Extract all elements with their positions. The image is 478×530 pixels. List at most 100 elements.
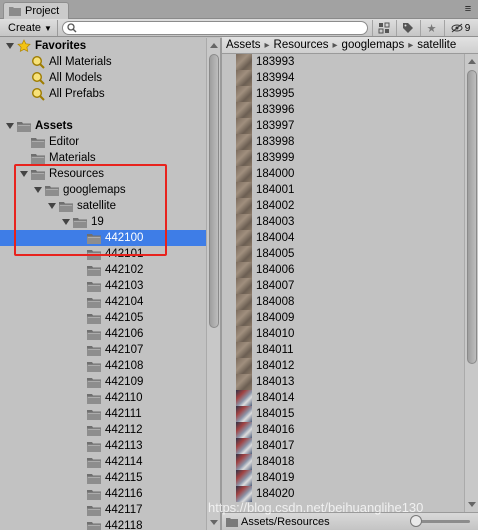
hidden-packages-toggle[interactable]: 9 <box>444 20 476 36</box>
scroll-down-icon[interactable] <box>468 502 476 507</box>
asset-item[interactable]: 183998 <box>222 134 464 150</box>
tree-item[interactable]: 442117 <box>0 502 206 518</box>
scroll-down-icon[interactable] <box>210 520 218 525</box>
asset-item[interactable]: 183997 <box>222 118 464 134</box>
asset-item[interactable]: 184018 <box>222 454 464 470</box>
texture-thumbnail-icon <box>236 54 252 70</box>
tree-item[interactable]: All Prefabs <box>0 86 206 102</box>
asset-item[interactable]: 184014 <box>222 390 464 406</box>
expand-arrow-icon[interactable] <box>20 171 28 177</box>
tree-item[interactable]: Editor <box>0 134 206 150</box>
tree-item[interactable]: 442109 <box>0 374 206 390</box>
asset-item[interactable]: 184002 <box>222 198 464 214</box>
tree-item[interactable]: Assets <box>0 118 206 134</box>
tab-project[interactable]: Project <box>3 2 69 19</box>
search-by-type-button[interactable] <box>372 20 394 36</box>
tree-item[interactable]: 442101 <box>0 246 206 262</box>
tree-item-label: googlemaps <box>63 184 126 196</box>
asset-item[interactable]: 184000 <box>222 166 464 182</box>
asset-item[interactable]: 184010 <box>222 326 464 342</box>
tree-item[interactable]: 19 <box>0 214 206 230</box>
tree-item[interactable]: All Materials <box>0 54 206 70</box>
tree-item[interactable]: 442106 <box>0 326 206 342</box>
toolbar: Create ▼ ★ 9 <box>0 19 478 37</box>
tree-item[interactable]: Favorites <box>0 38 206 54</box>
tree-item[interactable]: 442107 <box>0 342 206 358</box>
tree-item[interactable]: satellite <box>0 198 206 214</box>
star-outline-icon: ★ <box>426 22 437 35</box>
asset-item[interactable]: 184006 <box>222 262 464 278</box>
tree-scrollbar[interactable] <box>206 38 220 530</box>
tree-item[interactable]: googlemaps <box>0 182 206 198</box>
scroll-up-icon[interactable] <box>210 43 218 48</box>
tree-item[interactable]: 442115 <box>0 470 206 486</box>
asset-item[interactable]: 184019 <box>222 470 464 486</box>
tree-item[interactable]: Materials <box>0 150 206 166</box>
tree-item[interactable]: 442118 <box>0 518 206 530</box>
tab-menu-icon[interactable]: ≡ <box>462 3 474 15</box>
eye-hidden-icon <box>451 23 463 33</box>
asset-item[interactable]: 184007 <box>222 278 464 294</box>
asset-item[interactable]: 184017 <box>222 438 464 454</box>
tree-item[interactable]: 442111 <box>0 406 206 422</box>
expand-arrow-icon[interactable] <box>48 203 56 209</box>
asset-item[interactable]: 183999 <box>222 150 464 166</box>
tree-item[interactable]: 442114 <box>0 454 206 470</box>
asset-item[interactable]: 184020 <box>222 486 464 502</box>
asset-item[interactable]: 184003 <box>222 214 464 230</box>
zoom-slider-knob[interactable] <box>410 515 422 527</box>
tree-item[interactable]: Resources <box>0 166 206 182</box>
breadcrumb-item[interactable]: Resources <box>274 39 329 51</box>
tree-scroll-thumb[interactable] <box>209 54 219 328</box>
asset-item[interactable]: 183993 <box>222 54 464 70</box>
create-label: Create <box>8 22 42 34</box>
tree-item[interactable]: 442104 <box>0 294 206 310</box>
breadcrumb-item[interactable]: googlemaps <box>342 39 405 51</box>
search-input[interactable] <box>77 22 347 34</box>
asset-item[interactable]: 184004 <box>222 230 464 246</box>
asset-item[interactable]: 184005 <box>222 246 464 262</box>
search-field[interactable] <box>62 21 368 35</box>
create-button[interactable]: Create ▼ <box>2 20 58 36</box>
tree-item[interactable]: 442103 <box>0 278 206 294</box>
expand-arrow-icon[interactable] <box>6 43 14 49</box>
asset-item[interactable]: 184001 <box>222 182 464 198</box>
breadcrumb-item[interactable]: satellite <box>417 39 456 51</box>
asset-scrollbar[interactable] <box>464 54 478 512</box>
tree-item[interactable]: All Models <box>0 70 206 86</box>
expand-arrow-icon[interactable] <box>6 123 14 129</box>
asset-item[interactable]: 184009 <box>222 310 464 326</box>
expand-arrow-icon[interactable] <box>62 219 70 225</box>
tree-item[interactable]: 442102 <box>0 262 206 278</box>
asset-item[interactable]: 183994 <box>222 70 464 86</box>
texture-thumbnail-icon <box>236 278 252 294</box>
favorite-button[interactable]: ★ <box>420 20 442 36</box>
tree-item[interactable]: 442100 <box>0 230 206 246</box>
asset-item[interactable]: 184012 <box>222 358 464 374</box>
folder-icon <box>31 137 45 148</box>
asset-item[interactable]: 184011 <box>222 342 464 358</box>
texture-thumbnail-icon <box>236 422 252 438</box>
tree-item-label: 442107 <box>105 344 144 356</box>
asset-item[interactable]: 184013 <box>222 374 464 390</box>
breadcrumb-item[interactable]: Assets <box>226 39 261 51</box>
asset-item[interactable]: 184008 <box>222 294 464 310</box>
asset-item[interactable]: 184016 <box>222 422 464 438</box>
folder-icon <box>87 345 101 356</box>
scroll-up-icon[interactable] <box>468 59 476 64</box>
tree-item[interactable]: 442110 <box>0 390 206 406</box>
tree-item[interactable]: 442108 <box>0 358 206 374</box>
tree-item[interactable]: 442116 <box>0 486 206 502</box>
asset-item[interactable]: 184015 <box>222 406 464 422</box>
asset-scroll-thumb[interactable] <box>467 70 477 364</box>
tree-item[interactable]: 442105 <box>0 310 206 326</box>
tree-item[interactable]: 442112 <box>0 422 206 438</box>
expand-arrow-icon[interactable] <box>34 187 42 193</box>
folder-icon <box>87 377 101 388</box>
zoom-slider[interactable] <box>410 515 470 527</box>
status-bar: Assets/Resources <box>222 512 478 530</box>
search-by-label-button[interactable] <box>396 20 418 36</box>
asset-item[interactable]: 183995 <box>222 86 464 102</box>
asset-item[interactable]: 183996 <box>222 102 464 118</box>
tree-item[interactable]: 442113 <box>0 438 206 454</box>
